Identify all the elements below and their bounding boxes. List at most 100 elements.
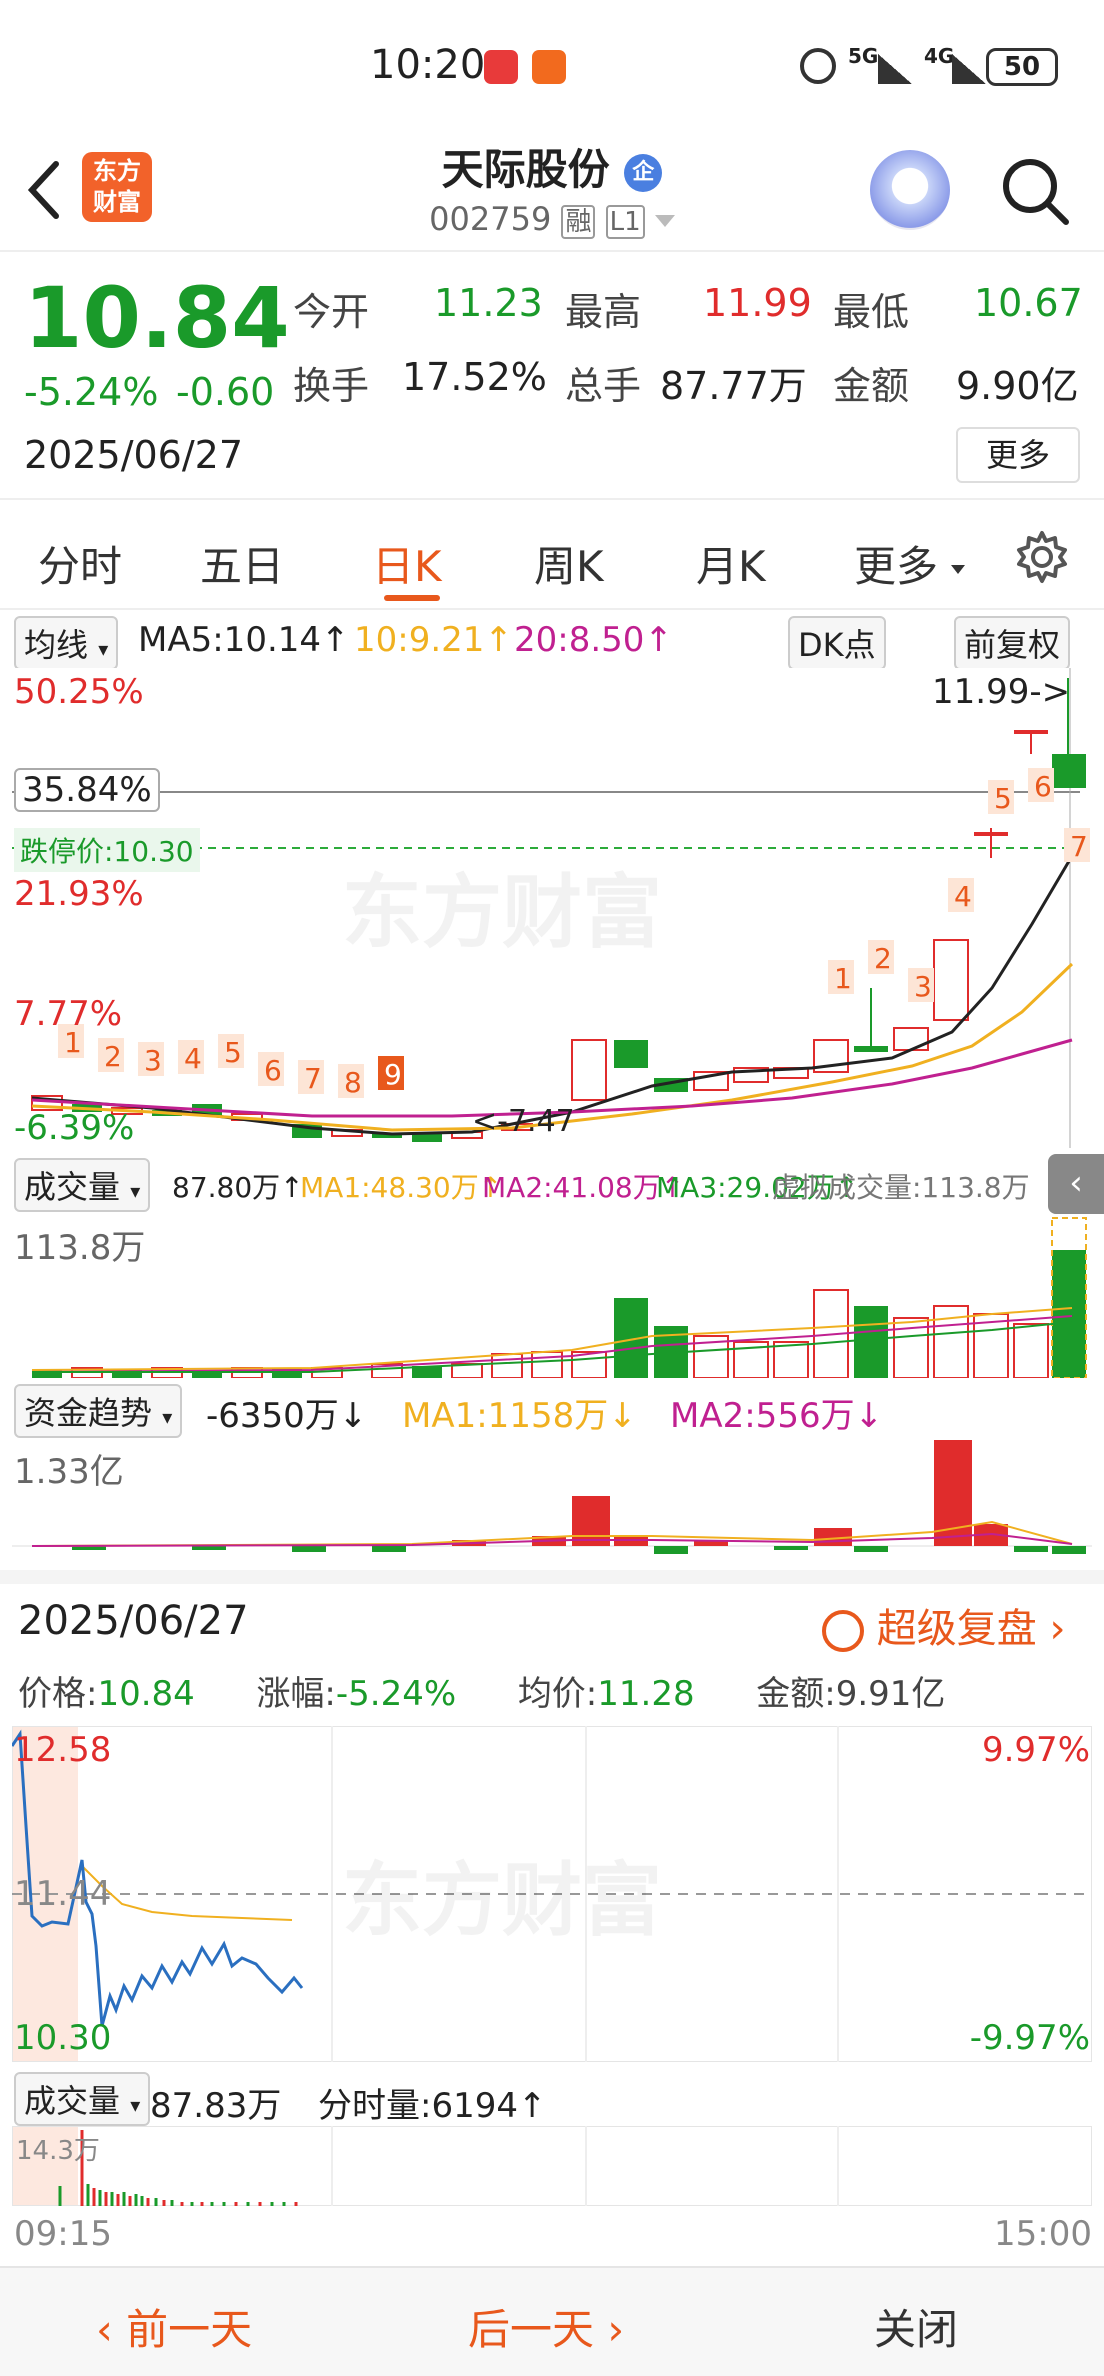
kline-indicator-bar: 均线 ▾ MA5:10.14↑ 10:9.21↑ 20:8.50↑ DK点 前复… xyxy=(0,612,1104,670)
turnover-label: 换手 xyxy=(293,364,370,408)
low-marker: <-7.47 xyxy=(472,1104,575,1139)
open-label: 今开 xyxy=(293,290,370,334)
intraday-volume-select-label: 成交量 xyxy=(24,2082,121,2120)
chevron-right-icon: › xyxy=(1049,1606,1066,1652)
enterprise-badge: 企 xyxy=(624,153,663,192)
volume-bars xyxy=(32,1217,1087,1379)
fund-trend-svg xyxy=(12,1440,1092,1554)
close-button[interactable]: 关闭 xyxy=(874,2296,958,2357)
label-top-pct: 50.25% xyxy=(14,672,144,712)
high-label: 最高 xyxy=(565,290,642,334)
svg-text:4: 4 xyxy=(184,1042,202,1075)
dk-point-select[interactable]: DK点 xyxy=(788,616,886,670)
volume-select[interactable]: 成交量 ▾ xyxy=(14,1158,151,1212)
collapse-panel-button[interactable]: ‹ xyxy=(1048,1154,1104,1214)
super-replay-link[interactable]: 超级复盘 › xyxy=(822,1596,1065,1654)
fund-axis-max: 1.33亿 xyxy=(14,1452,124,1492)
next-day-label: 后一天 xyxy=(468,2305,595,2354)
more-button[interactable]: 更多 xyxy=(956,427,1080,483)
tick-volume: 分时量:6194↑ xyxy=(318,2086,547,2126)
intraday-bottom-price: 10.30 xyxy=(14,2018,112,2058)
period-tabs: 分时 五日 日K 周K 月K 更多 xyxy=(0,505,1104,610)
tab-daily-k[interactable]: 日K xyxy=(372,533,442,594)
intraday-chart[interactable]: 东方财富 12.58 11.44 10.30 9.97% -9.97% xyxy=(10,1725,1093,2063)
volume-axis-max: 113.8万 xyxy=(14,1228,146,1268)
fund-trend-select[interactable]: 资金趋势 ▾ xyxy=(14,1384,183,1438)
settings-gear-icon[interactable] xyxy=(1014,529,1070,585)
volume-indicator-bar: 成交量 ▾ 87.80万↑ MA1:48.30万↑ MA2:41.08万↑ MA… xyxy=(0,1154,1104,1214)
quote-panel: 10.84 -5.24% -0.60 2025/06/27 今开 11.23 最… xyxy=(0,255,1104,500)
label-bottom-pct: -6.39% xyxy=(14,1108,135,1148)
svg-text:9: 9 xyxy=(384,1058,402,1091)
svg-text:3: 3 xyxy=(144,1044,162,1077)
tab-five-day[interactable]: 五日 xyxy=(200,533,284,594)
history-clock-icon xyxy=(822,1610,864,1652)
svg-text:8: 8 xyxy=(344,1066,362,1099)
watermark: 东方财富 xyxy=(342,866,662,959)
replay-change: -5.24% xyxy=(335,1674,457,1714)
svg-text:6: 6 xyxy=(1034,770,1052,803)
svg-text:6: 6 xyxy=(264,1054,282,1087)
signal-icon-2 xyxy=(952,54,986,84)
intraday-top-pct: 9.97% xyxy=(981,1730,1090,1770)
avg-price-line xyxy=(81,1865,293,1921)
stock-header: 东方 财富 天际股份 企 002759 融 L1 xyxy=(0,130,1104,252)
volume-chart[interactable]: 113.8万 xyxy=(12,1214,1092,1379)
volume-ma2-line xyxy=(31,1315,1073,1373)
volume-select-label: 成交量 xyxy=(24,1168,121,1206)
app-notification-icon-2 xyxy=(532,50,566,84)
app-notification-icon xyxy=(484,50,518,84)
fund-trend-ma1: MA1:1158万↓ xyxy=(402,1396,637,1436)
fund-trend-select-label: 资金趋势 xyxy=(24,1394,153,1432)
stock-code: 002759 xyxy=(429,200,552,238)
replay-price-label: 价格: xyxy=(18,1674,98,1714)
volume-label: 总手 xyxy=(565,364,642,408)
watermark-2: 东方财富 xyxy=(342,1854,662,1947)
current-price: 10.84 xyxy=(24,269,290,367)
intraday-volume-select[interactable]: 成交量 ▾ xyxy=(14,2072,151,2126)
kline-chart[interactable]: 1 2 3 4 5 6 7 8 9 1 2 3 4 5 6 7 东方财富 50.… xyxy=(12,668,1092,1148)
label-mid-pct: 21.93% xyxy=(14,874,144,914)
change-percent: -5.24% xyxy=(24,370,159,414)
tab-intraday[interactable]: 分时 xyxy=(38,533,122,594)
turnover-value: 17.52% xyxy=(402,355,547,399)
next-day-button[interactable]: 后一天 › xyxy=(468,2296,624,2357)
level-tag: L1 xyxy=(605,205,645,239)
time-start: 09:15 xyxy=(14,2214,112,2254)
tab-monthly-k[interactable]: 月K xyxy=(696,533,766,594)
adjust-select[interactable]: 前复权 xyxy=(954,616,1071,670)
replay-avg-label: 均价: xyxy=(517,1674,598,1714)
open-value: 11.23 xyxy=(434,281,543,325)
prev-day-button[interactable]: ‹ 前一天 xyxy=(96,2296,252,2357)
tab-weekly-k[interactable]: 周K xyxy=(534,533,604,594)
time-end: 15:00 xyxy=(994,2214,1092,2254)
active-tab-indicator xyxy=(384,595,440,601)
status-bar: 10:20 5G 4G 50 xyxy=(0,0,1104,130)
tab-more-label: 更多 xyxy=(854,542,939,591)
signal-4g-label: 4G xyxy=(924,44,955,68)
chevron-right-icon: › xyxy=(607,2305,625,2354)
ma5-value: MA5:10.14↑ xyxy=(138,620,350,660)
tab-more[interactable]: 更多 xyxy=(854,533,966,594)
label-low-pct: 7.77% xyxy=(14,994,123,1034)
robot-assistant-icon[interactable] xyxy=(870,150,950,230)
chevron-down-icon[interactable] xyxy=(654,215,675,227)
indicator-select[interactable]: 均线 ▾ xyxy=(14,616,119,670)
status-time: 10:20 xyxy=(370,42,486,88)
high-marker: 11.99-> xyxy=(932,672,1071,712)
fund-trend-indicator-bar: 资金趋势 ▾ -6350万↓ MA1:1158万↓ MA2:556万↓ xyxy=(0,1380,1104,1438)
volume-value: 87.80万↑ xyxy=(172,1171,304,1204)
volume-ma2: MA2:41.08万↑ xyxy=(482,1171,685,1204)
amount-value: 9.90亿 xyxy=(956,364,1079,408)
search-icon[interactable] xyxy=(1000,156,1072,228)
intraday-mid-price: 11.44 xyxy=(14,1874,112,1914)
volume-value: 87.77万 xyxy=(660,364,807,408)
svg-text:5: 5 xyxy=(224,1036,242,1069)
replay-amount: 9.91亿 xyxy=(835,1674,946,1714)
margin-tag: 融 xyxy=(561,205,596,239)
intraday-volume-bar: 成交量 ▾ 87.83万 分时量:6194↑ xyxy=(0,2070,1104,2126)
replay-amount-label: 金额: xyxy=(756,1674,836,1714)
battery-icon: 50 xyxy=(986,48,1058,86)
intraday-bottom-pct: -9.97% xyxy=(969,2018,1090,2058)
fund-trend-chart[interactable]: 1.33亿 xyxy=(12,1440,1092,1556)
